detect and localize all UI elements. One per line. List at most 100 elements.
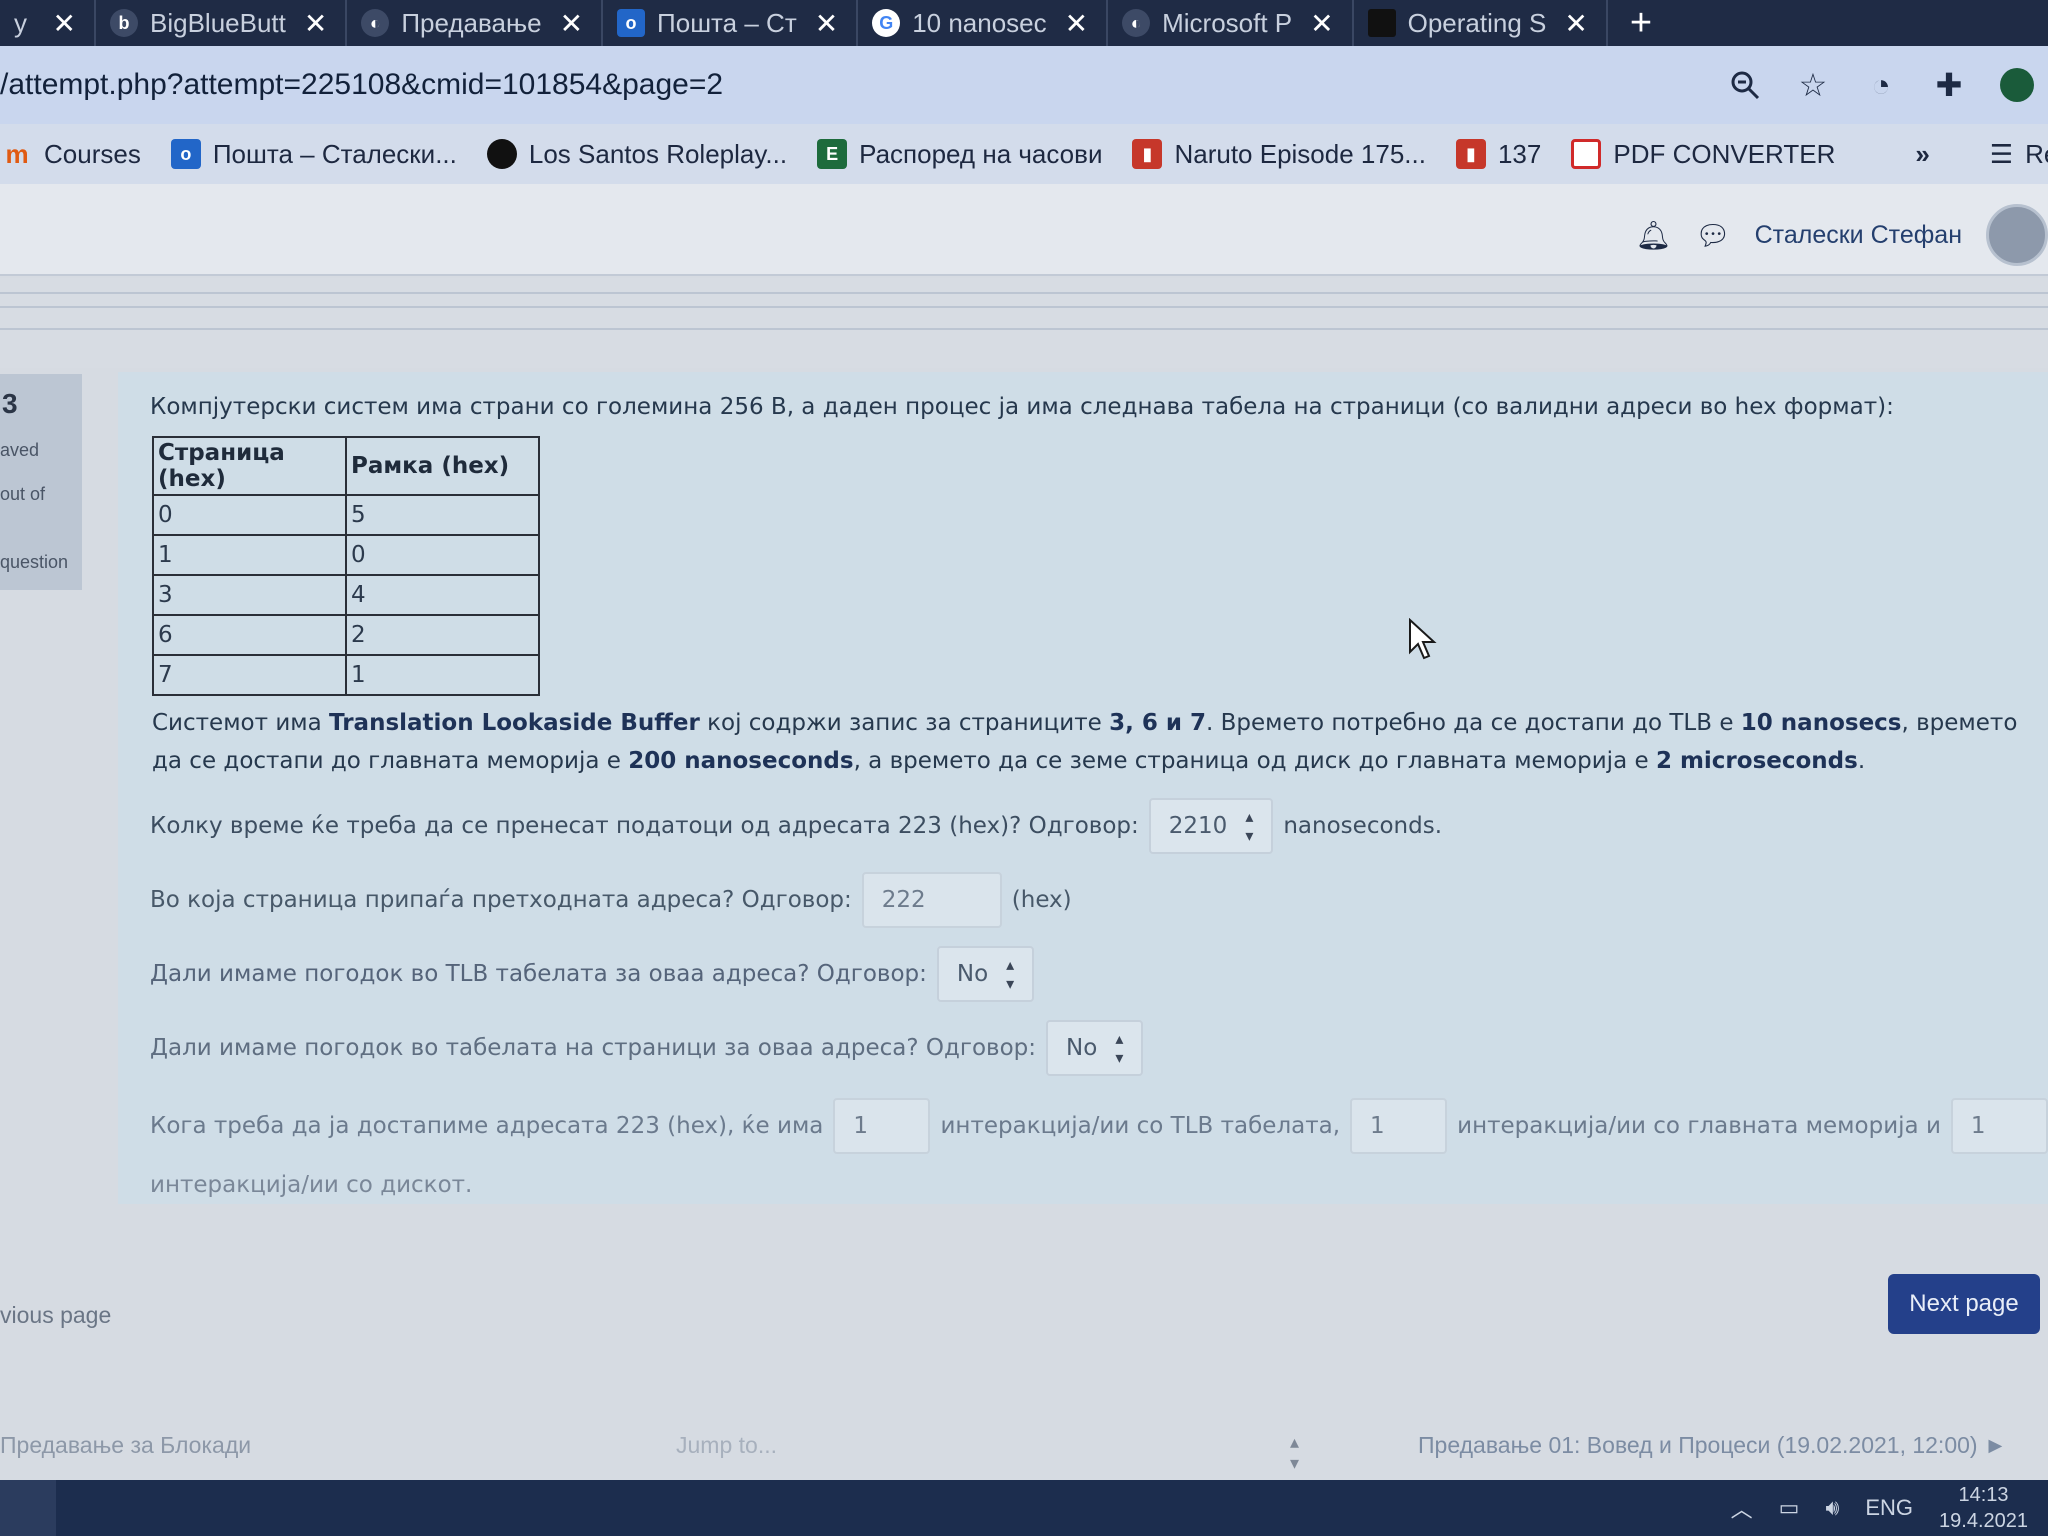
table-cell: 1	[345, 654, 540, 696]
table-row: 6 2	[152, 614, 540, 656]
bookmark-label: PDF CONVERTER	[1613, 138, 1836, 169]
page-table: Страница (hex) Рамка (hex) 0 5 1 0 3 4 6…	[152, 436, 540, 696]
language-indicator[interactable]: ENG	[1865, 1495, 1913, 1521]
reading-list-icon: ☰	[1989, 138, 2014, 169]
next-activity-link[interactable]: Предавање 01: Вовед и Процеси (19.02.202…	[1418, 1432, 2007, 1459]
moodle-icon: m	[5, 138, 29, 169]
table-cell: 6	[152, 614, 347, 656]
bars-icon: ▮	[1455, 139, 1486, 169]
bookmark-pdf-converter[interactable]: PDF CONVERTER	[1571, 139, 1835, 170]
column-header: Рамка (hex)	[345, 436, 540, 496]
user-name[interactable]: Сталески Стефан	[1755, 221, 1962, 250]
browser-tab[interactable]: o Пошта – Ст ✕	[603, 0, 859, 46]
tlb-hit-select[interactable]: No ▴ ▾	[936, 946, 1035, 1002]
pdf-icon	[1571, 139, 1602, 169]
jump-to-select[interactable]: Jump to...	[676, 1432, 777, 1459]
bookmark-los-santos[interactable]: Los Santos Roleplay...	[486, 138, 788, 170]
tab-title: BigBlueButt	[150, 7, 286, 38]
close-tab-icon[interactable]: ✕	[1310, 7, 1333, 40]
bookmark-label: Los Santos Roleplay...	[528, 138, 788, 169]
bars-icon: ▮	[1132, 139, 1163, 169]
zoom-icon[interactable]	[1728, 68, 1762, 102]
desc-bold: 10 nanosecs	[1740, 710, 1902, 736]
disk-interactions-input[interactable]: 1	[1950, 1098, 2048, 1154]
subquestion-text: Кога треба да ја достапиме адресата 223 …	[150, 1113, 824, 1139]
flag-question[interactable]: question	[0, 552, 68, 573]
chat-icon[interactable]: 💬︎	[1695, 219, 1731, 252]
bookmark-naruto[interactable]: ▮ Naruto Episode 175...	[1132, 139, 1426, 170]
bookmark-label: 137	[1497, 138, 1542, 169]
browser-tab[interactable]: Operating S ✕	[1354, 0, 1608, 46]
browser-tab[interactable]: ◐ Microsoft P ✕	[1108, 0, 1354, 46]
page-answer-input[interactable]: 222	[861, 872, 1002, 928]
time-answer-select[interactable]: 2210 ▴ ▾	[1148, 798, 1274, 854]
subquestion-text: Дали имаме погодок во табелата на страни…	[150, 1035, 1037, 1061]
user-menu: 🔔︎ 💬︎ Сталески Стефан	[1636, 204, 2048, 266]
table-cell: 3	[152, 574, 347, 616]
subquestion-text: интеракција/ии со TLB табелата,	[940, 1113, 1341, 1139]
address-bar: /attempt.php?attempt=225108&cmid=101854&…	[0, 46, 2048, 124]
browser-tab[interactable]: ◐ Предавање ✕	[347, 0, 604, 46]
extension-icon[interactable]: ◔	[1864, 67, 1898, 103]
bookmark-label: Naruto Episode 175...	[1174, 138, 1426, 169]
question-description: Системот има Translation Lookaside Buffe…	[152, 704, 2032, 780]
close-tab-icon[interactable]: ✕	[53, 7, 76, 40]
chevron-up-icon[interactable]: ︿	[1731, 1492, 1753, 1524]
new-tab-button[interactable]: +	[1608, 2, 1674, 45]
desc-text: .	[1857, 748, 1866, 774]
select-arrows-icon: ▴ ▾	[1245, 807, 1254, 845]
close-tab-icon[interactable]: ✕	[1564, 7, 1587, 40]
bookmark-137[interactable]: ▮ 137	[1455, 138, 1542, 170]
start-button[interactable]	[0, 1480, 56, 1536]
more-bookmarks-button[interactable]: »	[1915, 139, 1929, 170]
browser-tab[interactable]: G 10 nanosec ✕	[858, 0, 1109, 46]
desc-bold: 2 microseconds	[1655, 748, 1858, 774]
reading-list-button[interactable]: ☰ Read	[1990, 139, 2048, 170]
schedule-icon: E	[817, 139, 848, 169]
puzzle-icon[interactable]: ✚	[1932, 67, 1966, 103]
breadcrumb-area	[0, 278, 2048, 368]
close-tab-icon[interactable]: ✕	[1065, 7, 1088, 40]
table-row: 1 0	[152, 534, 540, 576]
page-table-hit-select[interactable]: No ▴ ▾	[1046, 1020, 1144, 1076]
bookmark-star-icon[interactable]: ☆	[1796, 67, 1830, 103]
document-icon	[1367, 9, 1396, 37]
next-page-button[interactable]: Next page	[1888, 1274, 2040, 1334]
close-tab-icon[interactable]: ✕	[304, 7, 327, 40]
table-row: 7 1	[152, 654, 540, 696]
browser-tab-strip: y M ✕ b BigBlueButt ✕ ◐ Предавање ✕ o По…	[0, 0, 2048, 46]
address-bar-actions: ☆ ◔ ✚	[1728, 67, 2048, 103]
url-field[interactable]: /attempt.php?attempt=225108&cmid=101854&…	[0, 68, 1728, 102]
unit-label: (hex)	[1011, 887, 1072, 913]
avatar[interactable]	[1986, 204, 2048, 266]
previous-activity-link[interactable]: Предавање за Блокади	[0, 1432, 251, 1459]
clock-date: 19.4.2021	[1939, 1510, 2028, 1532]
profile-icon[interactable]	[2000, 68, 2034, 102]
bookmark-schedule[interactable]: E Распоред на часови	[817, 139, 1102, 170]
network-icon[interactable]: ▭	[1779, 1495, 1800, 1521]
table-row: 3 4	[152, 574, 540, 616]
subquestion-page: Во која страница припаѓа претходната адр…	[150, 872, 2048, 928]
previous-page-button[interactable]: vious page	[0, 1302, 111, 1329]
memory-interactions-input[interactable]: 1	[1350, 1098, 1448, 1154]
close-tab-icon[interactable]: ✕	[815, 7, 838, 40]
table-cell: 4	[345, 574, 540, 616]
volume-icon[interactable]: 🔊︎	[1825, 1495, 1839, 1521]
tlb-interactions-input[interactable]: 1	[833, 1098, 931, 1154]
browser-tab[interactable]: b BigBlueButt ✕	[96, 0, 348, 46]
bigbluebutton-icon: b	[110, 9, 138, 37]
close-tab-icon[interactable]: ✕	[560, 7, 583, 40]
select-arrows-icon: ▴ ▾	[1006, 955, 1015, 993]
bookmark-outlook[interactable]: o Пошта – Сталески...	[170, 139, 457, 170]
bookmark-courses[interactable]: m Courses	[2, 138, 141, 170]
subquestion-interactions: Кога треба да ја достапиме адресата 223 …	[150, 1098, 2048, 1154]
table-cell: 0	[152, 494, 347, 536]
activity-navigation: Предавање за Блокади Jump to... ▴ ▾ Преда…	[0, 1432, 2048, 1473]
bookmark-label: Courses	[44, 138, 141, 169]
system-tray: ︿ ▭ 🔊︎ ENG 14:13 19.4.2021	[1731, 1480, 2028, 1536]
bell-icon[interactable]: 🔔︎	[1636, 219, 1672, 252]
clock[interactable]: 14:13 19.4.2021	[1939, 1482, 2028, 1534]
browser-tab[interactable]: y M ✕	[0, 0, 96, 46]
tab-title: 10 nanosec	[912, 7, 1047, 38]
desc-text: , а времето да се земе страница од диск …	[853, 748, 1656, 774]
